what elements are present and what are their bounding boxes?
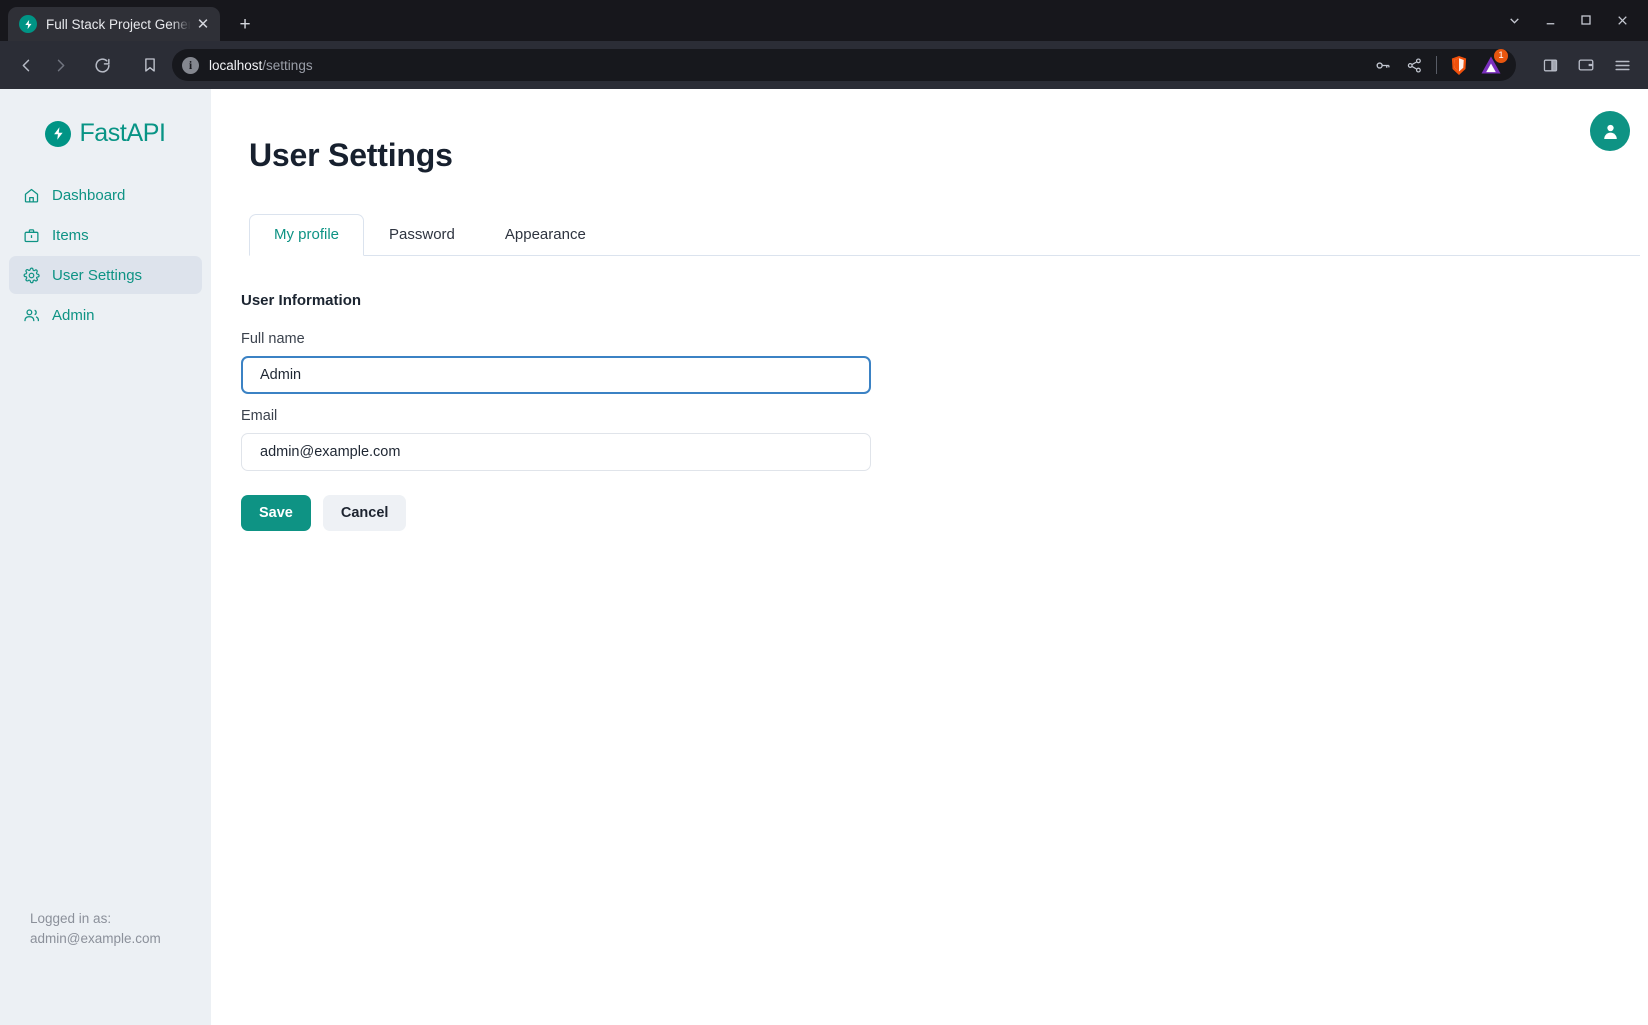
maximize-icon[interactable] — [1568, 6, 1604, 34]
toolbar-right-actions — [1534, 49, 1638, 81]
sidebar-item-user-settings[interactable]: User Settings — [9, 256, 202, 294]
field-email: Email — [241, 408, 1640, 471]
app-sidebar: FastAPI Dashboard Items — [0, 89, 211, 1025]
sidebar-item-label: Dashboard — [52, 187, 125, 204]
user-avatar-icon — [1600, 121, 1621, 142]
tab-appearance[interactable]: Appearance — [480, 214, 611, 256]
minimize-icon[interactable] — [1532, 6, 1568, 34]
url-bar[interactable]: i localhost /settings 1 — [172, 49, 1516, 81]
sidebar-item-label: User Settings — [52, 267, 142, 284]
fastapi-favicon — [19, 15, 37, 33]
new-tab-button[interactable]: + — [230, 9, 260, 39]
url-bar-actions: 1 — [1367, 51, 1506, 79]
page-title: User Settings — [249, 137, 1640, 174]
gear-icon — [22, 266, 40, 284]
share-icon[interactable] — [1399, 51, 1429, 79]
back-button[interactable] — [10, 49, 42, 81]
chevron-down-icon[interactable] — [1496, 6, 1532, 34]
tab-password[interactable]: Password — [364, 214, 480, 256]
bookmark-icon[interactable] — [134, 49, 166, 81]
browser-titlebar: Full Stack Project Genera ✕ + — [0, 0, 1648, 41]
sidebar-nav: Dashboard Items User Settings — [0, 176, 211, 334]
url-path: /settings — [262, 58, 312, 73]
wallet-icon[interactable] — [1570, 49, 1602, 81]
window-controls — [1496, 6, 1640, 34]
form-actions: Save Cancel — [241, 495, 1640, 531]
fastapi-logo-icon — [45, 121, 71, 147]
url-host: localhost — [209, 58, 262, 73]
tab-my-profile[interactable]: My profile — [249, 214, 364, 256]
fastapi-logo: FastAPI — [0, 119, 211, 148]
email-label: Email — [241, 408, 1640, 424]
forward-button[interactable] — [44, 49, 76, 81]
toolbar-divider — [1436, 56, 1437, 74]
full-name-label: Full name — [241, 331, 1640, 347]
sidebar-item-label: Admin — [52, 307, 95, 324]
browser-tab[interactable]: Full Stack Project Genera ✕ — [8, 7, 220, 41]
fastapi-logo-text: FastAPI — [79, 119, 165, 148]
extension-badge-count: 1 — [1494, 49, 1508, 63]
logged-in-label: Logged in as: — [30, 909, 211, 929]
field-full-name: Full name — [241, 331, 1640, 394]
close-window-icon[interactable] — [1604, 6, 1640, 34]
web-page: FastAPI Dashboard Items — [0, 89, 1648, 1025]
password-key-icon[interactable] — [1367, 51, 1397, 79]
brave-shield-icon[interactable] — [1444, 51, 1474, 79]
section-title-user-information: User Information — [241, 292, 1640, 309]
main-content: User Settings My profile Password Appear… — [211, 89, 1648, 1025]
logged-in-email: admin@example.com — [30, 929, 211, 949]
briefcase-icon — [22, 226, 40, 244]
browser-toolbar: i localhost /settings 1 — [0, 41, 1648, 89]
profile-form: User Information Full name Email Save Ca… — [211, 256, 1640, 531]
sidebar-item-label: Items — [52, 227, 89, 244]
logged-in-as: Logged in as: admin@example.com — [0, 909, 211, 1025]
browser-tab-title: Full Stack Project Genera — [46, 17, 192, 32]
extension-icon[interactable]: 1 — [1476, 51, 1506, 79]
sidebar-item-dashboard[interactable]: Dashboard — [9, 176, 202, 214]
full-name-input[interactable] — [241, 356, 871, 394]
save-button[interactable]: Save — [241, 495, 311, 531]
sidebar-panel-icon[interactable] — [1534, 49, 1566, 81]
browser-window: Full Stack Project Genera ✕ + — [0, 0, 1648, 1025]
reload-button[interactable] — [86, 49, 118, 81]
home-icon — [22, 186, 40, 204]
user-avatar-button[interactable] — [1590, 111, 1630, 151]
site-info-icon[interactable]: i — [182, 57, 199, 74]
browser-menu-icon[interactable] — [1606, 49, 1638, 81]
cancel-button[interactable]: Cancel — [323, 495, 407, 531]
settings-tabs: My profile Password Appearance — [249, 214, 1640, 256]
users-icon — [22, 306, 40, 324]
email-input[interactable] — [241, 433, 871, 471]
sidebar-item-admin[interactable]: Admin — [9, 296, 202, 334]
close-tab-icon[interactable]: ✕ — [192, 13, 214, 35]
sidebar-item-items[interactable]: Items — [9, 216, 202, 254]
